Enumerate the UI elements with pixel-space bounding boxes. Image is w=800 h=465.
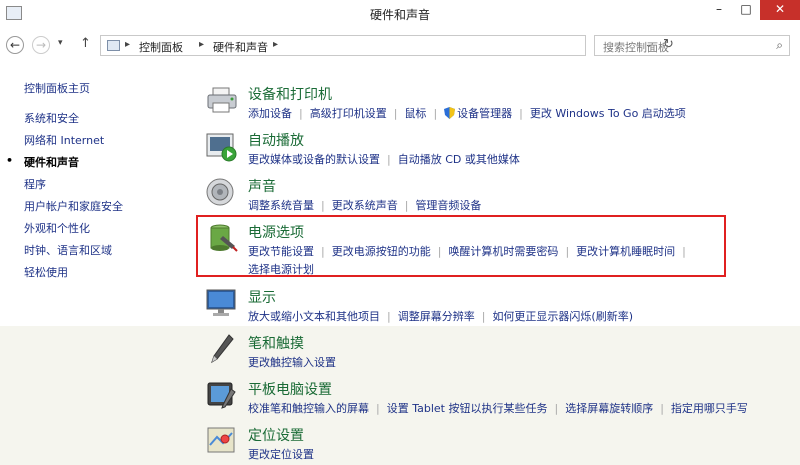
back-button[interactable]: ← (6, 36, 24, 54)
category-title[interactable]: 平板电脑设置 (248, 379, 332, 399)
link-manage-audio[interactable]: 管理音频设备 (415, 199, 481, 212)
close-button[interactable]: ✕ (760, 0, 800, 20)
sidebar-item-ease-of-access[interactable]: 轻松使用 (24, 264, 68, 280)
category-title[interactable]: 显示 (248, 287, 276, 307)
link-device-manager[interactable]: 设备管理器 (457, 107, 512, 120)
breadcrumb-control-panel[interactable]: 控制面板 (139, 39, 183, 55)
category-title[interactable]: 定位设置 (248, 425, 304, 445)
search-placeholder: 搜索控制面板 (603, 41, 669, 54)
highlight-box (196, 215, 726, 277)
sidebar-item-label: 硬件和声音 (24, 156, 79, 169)
address-bar: ← → ▾ ↑ ▸ 控制面板 ▸ 硬件和声音 ▸ ⌄ ↻ 搜索控制面板 ⌕ (0, 32, 800, 60)
category-title[interactable]: 声音 (248, 176, 276, 196)
link-location[interactable]: 更改定位设置 (248, 448, 314, 461)
breadcrumb-hardware-sound[interactable]: 硬件和声音 (213, 39, 268, 55)
forward-button[interactable]: → (32, 36, 50, 54)
speaker-icon (206, 178, 234, 206)
sidebar-item-home[interactable]: 控制面板主页 (24, 80, 90, 96)
pen-icon (211, 334, 234, 364)
breadcrumb[interactable]: ▸ 控制面板 ▸ 硬件和声音 ▸ ⌄ ↻ (100, 35, 674, 56)
link-handedness[interactable]: 指定用哪只手写 (671, 402, 748, 415)
link-touch-input[interactable]: 更改触控输入设置 (248, 356, 336, 369)
link-autoplay-cd[interactable]: 自动播放 CD 或其他媒体 (398, 153, 520, 166)
link-rotation[interactable]: 选择屏幕旋转顺序 (565, 402, 653, 415)
link-resolution[interactable]: 调整屏幕分辨率 (398, 310, 475, 323)
breadcrumb-separator[interactable]: ▸ (199, 39, 204, 50)
printer-icon (207, 87, 237, 113)
link-flicker[interactable]: 如何更正显示器闪烁(刷新率) (492, 310, 633, 323)
sidebar-item-security[interactable]: 系统和安全 (24, 110, 79, 126)
category-title[interactable]: 自动播放 (248, 130, 304, 150)
shield-icon (444, 107, 456, 119)
link-adjust-volume[interactable]: 调整系统音量 (248, 199, 314, 212)
maximize-button[interactable]: □ (733, 0, 759, 20)
sidebar-item-network[interactable]: 网络和 Internet (24, 132, 104, 148)
lower-panel-background (0, 326, 800, 465)
category-title[interactable]: 笔和触摸 (248, 333, 304, 353)
sidebar-item-hardware-sound: • 硬件和声音 (6, 154, 79, 170)
recent-locations-button[interactable]: ▾ (58, 38, 63, 48)
tablet-icon (207, 382, 236, 409)
sidebar-item-user-accounts[interactable]: 用户帐户和家庭安全 (24, 198, 123, 214)
link-windows-to-go[interactable]: 更改 Windows To Go 启动选项 (530, 107, 686, 120)
link-calibrate[interactable]: 校准笔和触控输入的屏幕 (248, 402, 369, 415)
link-advanced-printer[interactable]: 高级打印机设置 (310, 107, 387, 120)
sidebar-item-appearance[interactable]: 外观和个性化 (24, 220, 90, 236)
link-text-size[interactable]: 放大或缩小文本和其他项目 (248, 310, 380, 323)
sidebar-item-clock-region[interactable]: 时钟、语言和区域 (24, 242, 112, 258)
breadcrumb-separator[interactable]: ▸ (125, 39, 130, 50)
link-add-device[interactable]: 添加设备 (248, 107, 292, 120)
autoplay-icon (206, 133, 237, 162)
link-change-sounds[interactable]: 更改系统声音 (332, 199, 398, 212)
search-input[interactable]: 搜索控制面板 ⌕ (594, 35, 790, 56)
current-item-bullet: • (6, 154, 14, 167)
link-media-defaults[interactable]: 更改媒体或设备的默认设置 (248, 153, 380, 166)
link-tablet-buttons[interactable]: 设置 Tablet 按钮以执行某些任务 (387, 402, 548, 415)
category-title[interactable]: 设备和打印机 (248, 84, 332, 104)
up-button[interactable]: ↑ (80, 36, 91, 51)
monitor-icon (206, 289, 236, 316)
control-panel-icon (107, 40, 120, 51)
minimize-button[interactable]: – (706, 0, 732, 20)
sidebar-item-programs[interactable]: 程序 (24, 176, 46, 192)
search-icon[interactable]: ⌕ (776, 38, 783, 53)
breadcrumb-separator[interactable]: ▸ (273, 39, 278, 50)
title-bar: 硬件和声音 – □ ✕ (0, 0, 800, 30)
link-mouse[interactable]: 鼠标 (404, 107, 426, 120)
window-title: 硬件和声音 (369, 8, 430, 22)
location-icon (207, 427, 235, 453)
